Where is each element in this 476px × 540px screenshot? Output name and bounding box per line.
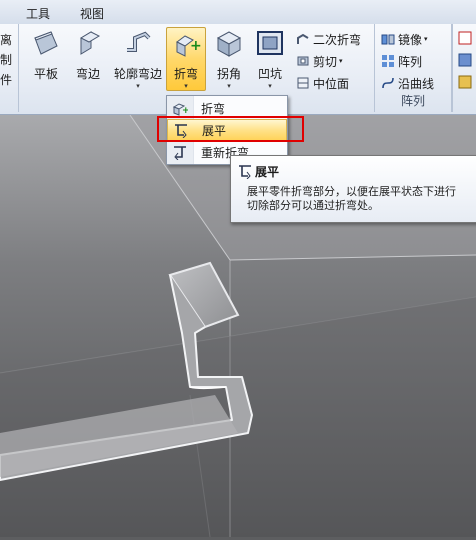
unbend-tooltip: 展平 展平零件折弯部分，以便在展平状态下进行 切除部分可以通过折弯处。 [230,155,476,223]
flange-label: 弯边 [75,67,100,81]
partial-tool-icons [458,31,472,89]
unbend-icon [239,165,251,179]
double-bend-icon [297,33,309,44]
left-cut-label: 件 [0,73,13,87]
bend-button[interactable]: + 折弯 ▾ [166,27,206,91]
bend-label: 折弯 [173,67,198,81]
dropdown-arrow-icon[interactable]: ▾ [210,82,248,90]
contour-flange-icon [127,31,151,52]
along-curve-label: 沿曲线 [398,76,435,91]
dropdown-arrow-icon[interactable]: ▾ [167,82,205,90]
dropdown-arrow-icon[interactable]: ▾ [424,35,428,43]
bend-icon: + [176,35,202,57]
left-cut-label: 离 [0,33,13,47]
dropdown-arrow-icon[interactable]: ▾ [114,82,162,90]
corner-button[interactable]: 拐角 ▾ [210,28,248,90]
svg-text:+: + [190,38,201,54]
mirror-label: 镜像 [398,32,423,47]
pattern-icon [382,55,394,67]
flat-plate-button[interactable]: 平板 [27,28,65,88]
ribbon-tab-bar: 工具 视图 [0,0,476,25]
mid-surface-label: 中位面 [313,76,350,91]
left-cut-label: 制 [0,53,13,67]
unbend-icon [175,124,187,138]
contour-flange-label: 轮廓弯边 [114,67,163,81]
corner-label: 拐角 [216,67,241,81]
dimple-icon [257,31,283,55]
flat-plate-icon [34,31,58,55]
contour-flange-button[interactable]: 轮廓弯边 ▾ [114,28,163,90]
rebend-icon [174,146,186,160]
cut-label: 剪切 [313,54,338,69]
dimple-button[interactable]: 凹坑 ▾ [251,28,289,90]
cut-icon [297,56,309,66]
dimple-label: 凹坑 [257,67,282,81]
left-partial-group: 离 制 件 [0,24,19,112]
pattern-label: 阵列 [398,54,423,69]
right-partial-group [452,24,476,112]
bend-icon: + [172,103,188,116]
array-group: 镜像 ▾ 阵列 沿曲线 阵列 [375,24,452,112]
tab-view[interactable]: 视图 [80,5,104,22]
along-curve-button[interactable]: 沿曲线 [381,73,434,93]
array-group-label: 阵列 [400,94,425,108]
along-curve-icon [382,77,394,89]
menu-item-label: 折弯 [201,101,226,116]
tooltip-body: 展平零件折弯部分，以便在展平状态下进行 切除部分可以通过折弯处。 [247,185,456,212]
mirror-button[interactable]: 镜像 ▾ [381,29,428,49]
tab-tools[interactable]: 工具 [26,5,50,22]
flange-icon [79,31,101,55]
pattern-button[interactable]: 阵列 [381,51,422,71]
double-bend-button[interactable]: 二次折弯 [296,29,361,49]
mid-surface-icon [297,77,309,89]
flange-button[interactable]: 弯边 [69,28,107,88]
dropdown-arrow-icon[interactable]: ▾ [251,82,289,90]
corner-icon [216,31,242,57]
cut-button[interactable]: 剪切 ▾ [296,51,343,71]
mid-surface-button[interactable]: 中位面 [296,73,349,93]
dropdown-arrow-icon[interactable]: ▾ [339,57,343,65]
mirror-icon [381,34,395,45]
tooltip-title: 展平 [255,165,280,179]
flat-plate-label: 平板 [33,67,58,81]
double-bend-label: 二次折弯 [313,32,362,47]
svg-text:+: + [182,106,188,116]
